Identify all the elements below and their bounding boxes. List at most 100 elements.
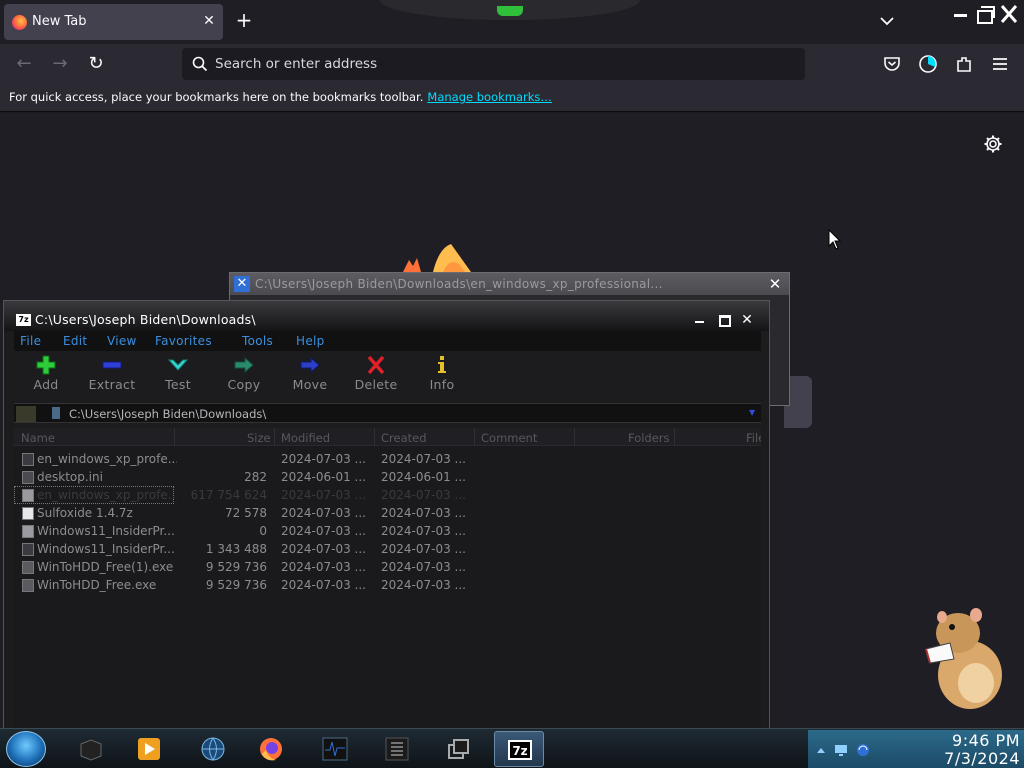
- desktop: New Tab ✕ + ← → ↻ Search or enter addres…: [0, 0, 1024, 768]
- pocket-icon[interactable]: [882, 54, 902, 74]
- taskbar-notes[interactable]: [372, 731, 422, 767]
- column-name[interactable]: Name: [21, 431, 55, 445]
- extract-minus-icon: [102, 361, 122, 369]
- column-comment[interactable]: Comment: [481, 431, 537, 445]
- file-row[interactable]: WinToHDD_Free(1).exe 9 529 736 2024-07-03 …: [14, 558, 761, 576]
- 7zip-maximize-icon[interactable]: [716, 313, 732, 327]
- 7zip-taskbar-label: 7z: [512, 744, 527, 758]
- file-row[interactable]: Windows11_InsiderPr... 1 343 488 2024-07-0…: [14, 540, 761, 558]
- address-dropdown-icon[interactable]: ▼: [749, 408, 755, 417]
- top-gadget-notch: [380, 0, 640, 20]
- column-folders[interactable]: Folders: [628, 431, 670, 445]
- file-name: WinToHDD_Free(1).exe: [37, 560, 174, 574]
- iso-file-icon: [22, 489, 34, 502]
- file-row[interactable]: Windows11_InsiderPr... 0 2024-07-03 ... 202…: [14, 522, 761, 540]
- exe-file-icon: [22, 579, 34, 592]
- back-arrow-icon[interactable]: ←: [12, 52, 36, 76]
- 7zip-file-list[interactable]: Name Size Modified Created Comment Folde…: [14, 428, 761, 729]
- gear-icon[interactable]: [983, 134, 1003, 154]
- column-divider[interactable]: [674, 428, 675, 446]
- tab-new-tab[interactable]: New Tab ✕: [4, 4, 223, 40]
- new-tab-plus-icon[interactable]: +: [234, 10, 254, 30]
- taskbar-network[interactable]: [188, 731, 238, 767]
- hamburger-menu-icon[interactable]: [990, 54, 1010, 74]
- add-button[interactable]: Add: [15, 355, 77, 401]
- close-window-icon[interactable]: [998, 4, 1020, 24]
- terminal-cube-icon: [80, 739, 102, 761]
- menu-view[interactable]: View: [107, 334, 137, 348]
- menu-tools[interactable]: Tools: [242, 334, 273, 348]
- firefox-favicon-icon: [12, 15, 27, 30]
- column-created[interactable]: Created: [381, 431, 427, 445]
- column-divider[interactable]: [474, 428, 475, 446]
- test-button[interactable]: Test: [147, 355, 209, 401]
- taskbar-media-player[interactable]: [124, 731, 174, 767]
- folder-up-icon[interactable]: [16, 406, 36, 422]
- background-window-close-icon[interactable]: ✕: [766, 275, 784, 293]
- file-name: Sulfoxide 1.4.7z: [37, 506, 133, 520]
- reload-icon[interactable]: ↻: [84, 52, 108, 76]
- restore-window-icon[interactable]: [974, 4, 996, 24]
- close-tab-icon[interactable]: ✕: [200, 12, 218, 30]
- move-arrow-icon: [300, 356, 320, 374]
- file-row[interactable]: Sulfoxide 1.4.7z 72 578 2024-07-03 ... 2024…: [14, 504, 761, 522]
- clock-date[interactable]: 7/3/2024: [890, 749, 1020, 768]
- extract-button[interactable]: Extract: [81, 355, 143, 401]
- manage-bookmarks-link[interactable]: Manage bookmarks…: [427, 90, 552, 104]
- file-icon: [22, 453, 34, 466]
- file-row[interactable]: desktop.ini 282 2024-06-01 ... 2024-06-01 .…: [14, 468, 761, 486]
- taskbar-firefox[interactable]: [246, 731, 296, 767]
- menu-file[interactable]: File: [20, 334, 41, 348]
- menu-help[interactable]: Help: [296, 334, 325, 348]
- green-indicator: [497, 6, 523, 16]
- info-button[interactable]: Info: [411, 355, 473, 401]
- file-created: 2024-07-03 ...: [381, 560, 466, 574]
- account-sync-icon[interactable]: [918, 54, 938, 74]
- file-modified: 2024-07-03 ...: [281, 542, 366, 556]
- taskbar-terminal[interactable]: [66, 731, 116, 767]
- show-hidden-icons-icon[interactable]: [814, 743, 828, 757]
- 7zip-close-icon[interactable]: ✕: [739, 313, 755, 327]
- move-button[interactable]: Move: [279, 355, 341, 401]
- column-divider[interactable]: [374, 428, 375, 446]
- column-size[interactable]: Size: [247, 431, 271, 445]
- minimize-window-icon[interactable]: [950, 4, 972, 24]
- file-modified: 2024-07-03 ...: [281, 488, 366, 502]
- 7zip-address-bar[interactable]: C:\Users\Joseph Biden\Downloads\ ▼: [14, 403, 761, 423]
- list-all-tabs-chevron-icon[interactable]: [878, 12, 896, 30]
- file-modified: 2024-06-01 ...: [281, 470, 366, 484]
- file-row[interactable]: WinToHDD_Free.exe 9 529 736 2024-07-03 ...…: [14, 576, 761, 594]
- move-label: Move: [292, 377, 328, 392]
- taskbar-task-switcher[interactable]: [434, 731, 484, 767]
- network-status-icon[interactable]: [856, 743, 870, 757]
- ini-file-icon: [22, 471, 34, 484]
- menu-favorites[interactable]: Favorites: [155, 334, 212, 348]
- file-name: en_windows_xp_profe...: [37, 452, 177, 466]
- column-divider[interactable]: [574, 428, 575, 446]
- copy-button[interactable]: Copy: [213, 355, 275, 401]
- taskbar-7zip[interactable]: 7z: [494, 731, 544, 767]
- background-window-titlebar[interactable]: ✕ C:\Users\Joseph Biden\Downloads\en_win…: [230, 273, 789, 295]
- 7zip-titlebar[interactable]: 7z C:\Users\Joseph Biden\Downloads\ ✕: [4, 301, 769, 331]
- address-path: C:\Users\Joseph Biden\Downloads\: [69, 407, 267, 421]
- column-divider[interactable]: [274, 428, 275, 446]
- globe-icon: [201, 737, 225, 761]
- extensions-icon[interactable]: [954, 54, 974, 74]
- forward-arrow-icon[interactable]: →: [48, 52, 72, 76]
- bookmarks-toolbar: For quick access, place your bookmarks h…: [0, 84, 1024, 112]
- url-bar[interactable]: Search or enter address: [182, 48, 805, 80]
- file-row[interactable]: en_windows_xp_profe... 2024-07-03 ... 2024…: [14, 450, 761, 468]
- menu-edit[interactable]: Edit: [63, 334, 87, 348]
- delete-button[interactable]: Delete: [345, 355, 407, 401]
- bookmarks-message: For quick access, place your bookmarks h…: [9, 90, 424, 104]
- column-divider[interactable]: [174, 428, 175, 446]
- start-orb-icon[interactable]: [6, 731, 46, 767]
- taskbar-monitor[interactable]: [310, 731, 360, 767]
- 7zip-minimize-icon[interactable]: [692, 313, 708, 327]
- file-row[interactable]: en_windows_xp_profe... 617 754 624 2024-07…: [14, 486, 466, 504]
- column-files[interactable]: File: [746, 431, 761, 445]
- column-modified[interactable]: Modified: [281, 431, 330, 445]
- display-icon[interactable]: [834, 743, 848, 757]
- url-placeholder: Search or enter address: [215, 56, 378, 72]
- clock-time[interactable]: 9:46 PM: [900, 731, 1020, 750]
